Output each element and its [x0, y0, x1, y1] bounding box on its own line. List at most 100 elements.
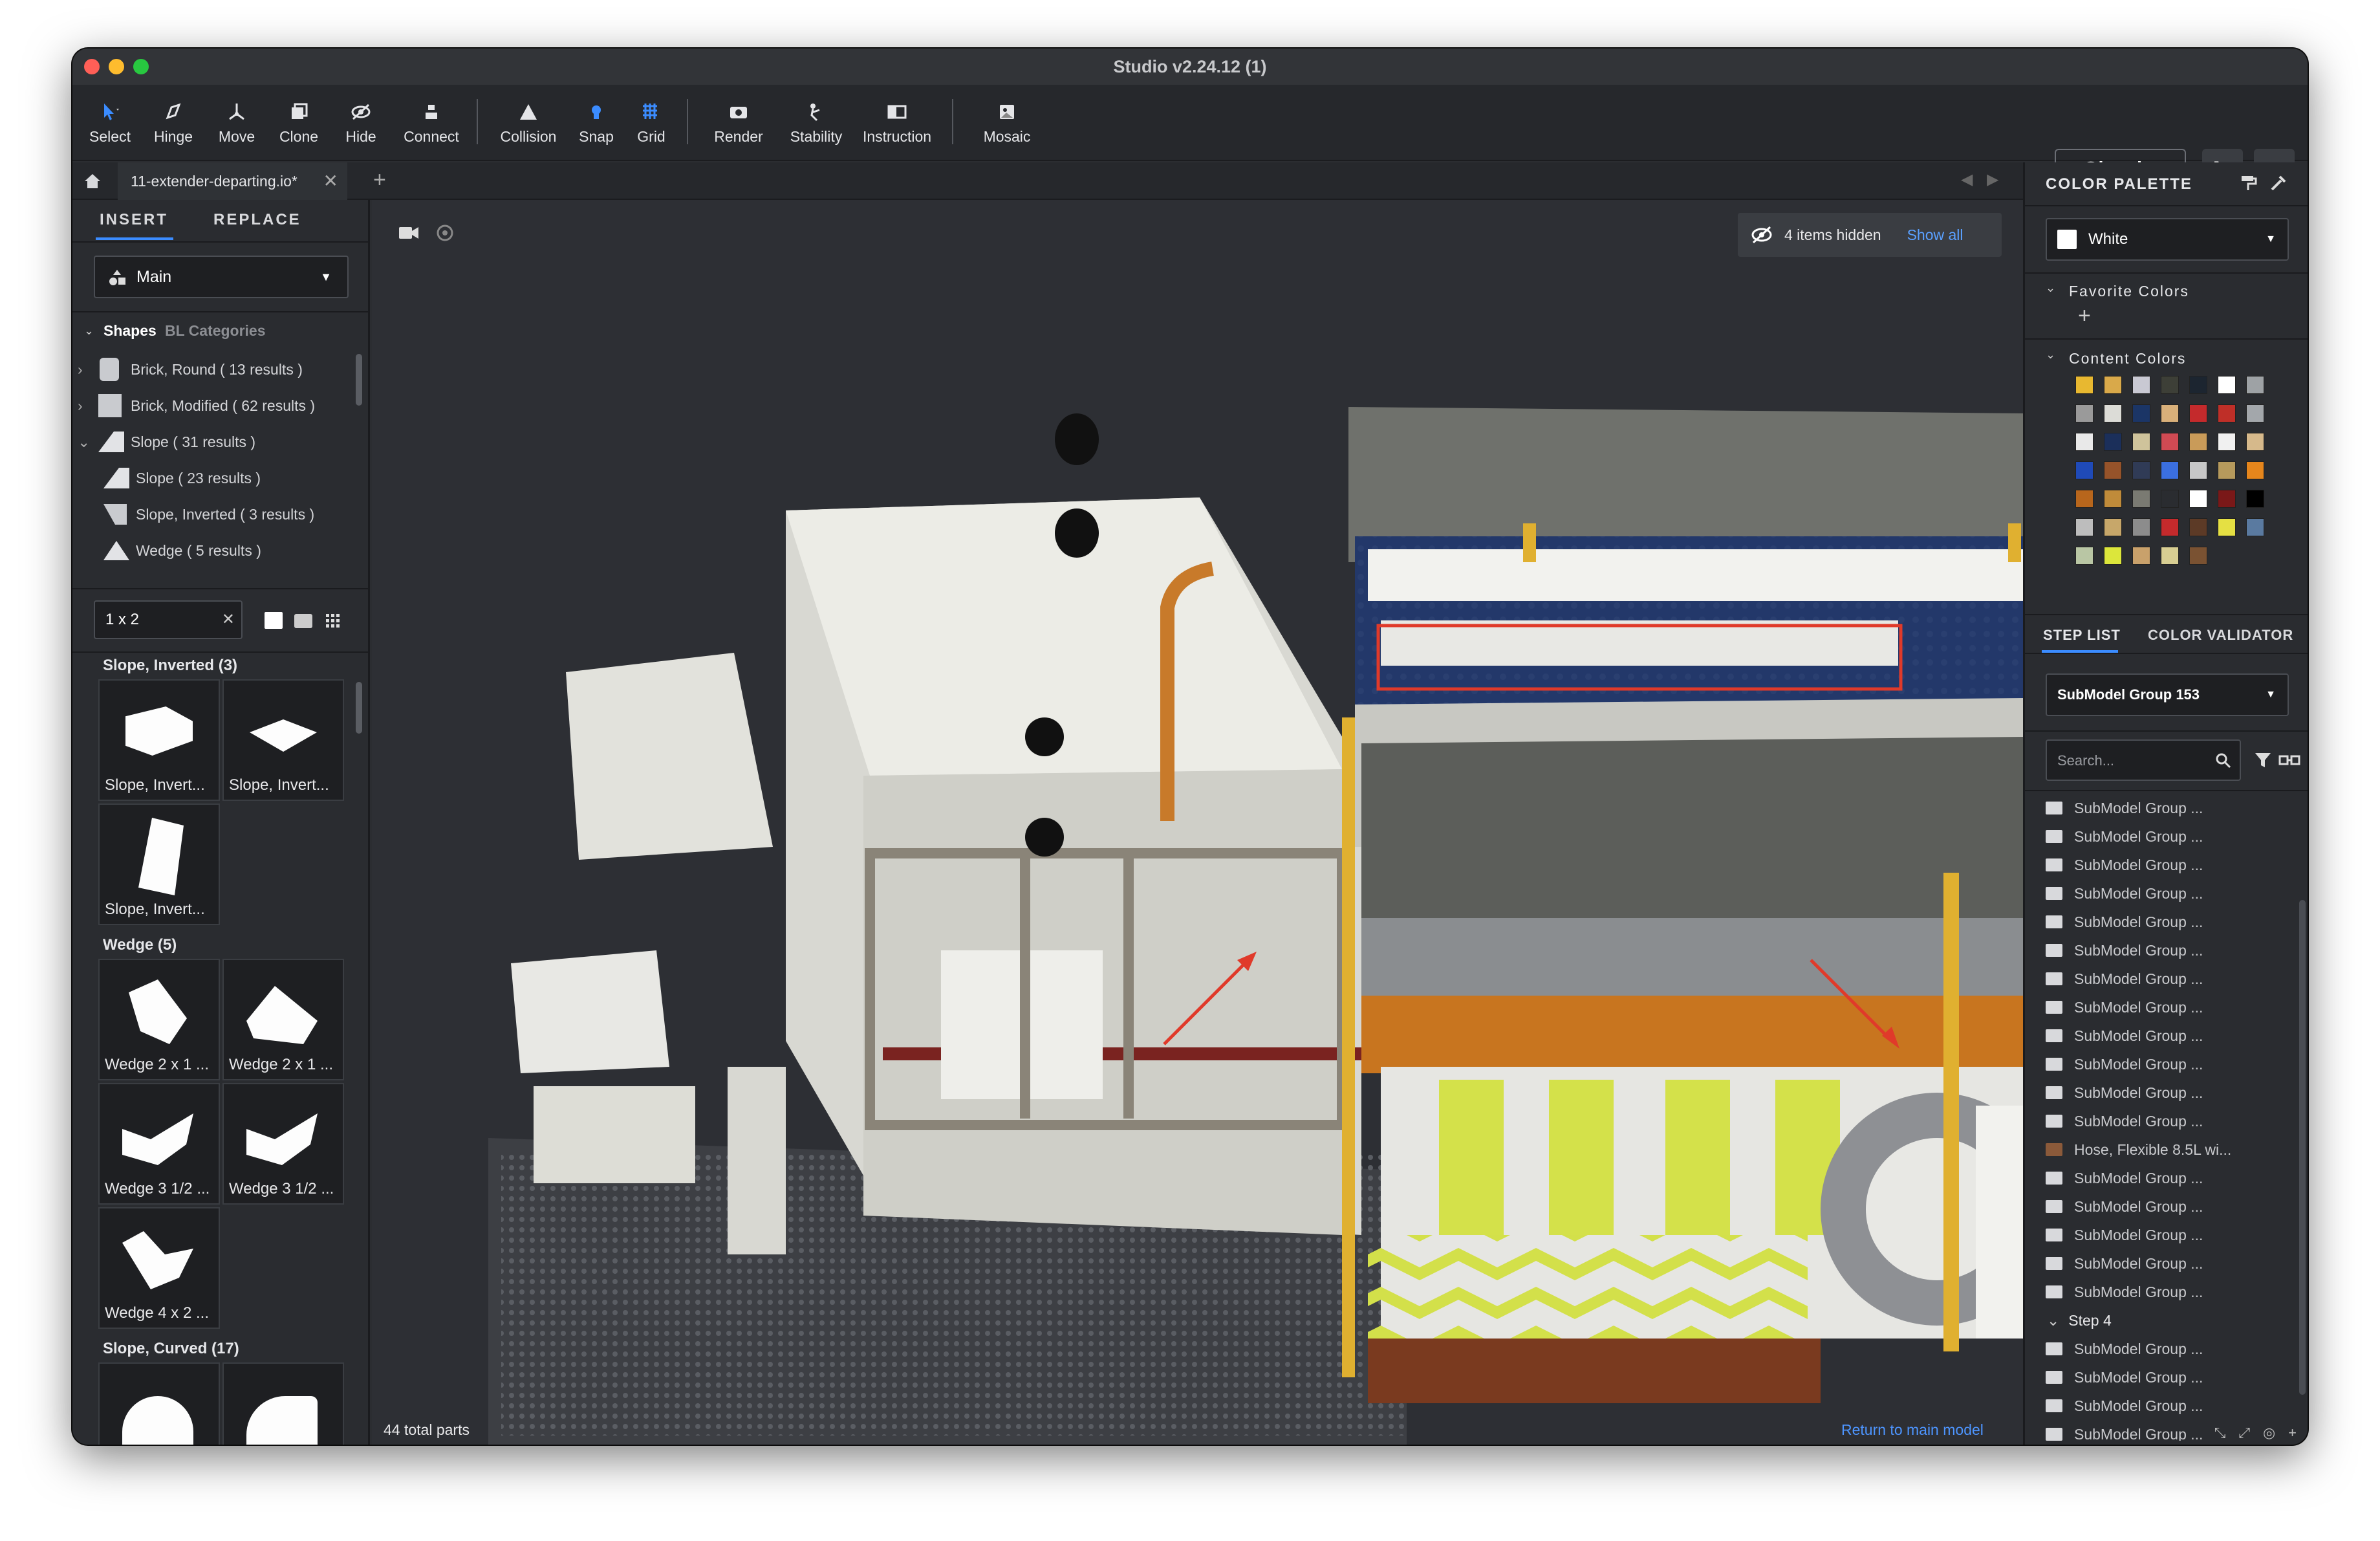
mosaic-tool[interactable]: Mosaic	[971, 85, 1043, 161]
step-list-item[interactable]: SubModel Group ...	[2025, 879, 2297, 908]
step-list-item[interactable]: SubModel Group ...	[2025, 965, 2297, 993]
add-favorite-color-icon[interactable]: +	[2078, 303, 2091, 329]
step-list-item[interactable]: SubModel Group ...	[2025, 822, 2297, 851]
step-header[interactable]: ⌄ Step 4	[2025, 1306, 2297, 1335]
tab-replace[interactable]: REPLACE	[213, 200, 301, 240]
color-swatch[interactable]	[2246, 490, 2264, 508]
color-swatch[interactable]	[2075, 433, 2093, 451]
filter-icon[interactable]	[2254, 751, 2272, 769]
chevron-down-icon[interactable]: ⌄	[2047, 1312, 2059, 1329]
search-icon[interactable]	[2215, 752, 2232, 769]
color-swatch[interactable]	[2218, 404, 2236, 422]
color-swatch[interactable]	[2189, 547, 2207, 565]
color-swatch[interactable]	[2218, 461, 2236, 479]
hide-tool[interactable]: Hide	[338, 85, 384, 161]
color-swatch[interactable]	[2104, 433, 2122, 451]
color-swatch[interactable]	[2075, 404, 2093, 422]
step-list-item[interactable]: SubModel Group ...	[2025, 908, 2297, 936]
paint-roller-icon[interactable]	[2240, 174, 2258, 192]
color-swatch[interactable]	[2246, 461, 2264, 479]
step-list-item[interactable]: SubModel Group ...	[2025, 1022, 2297, 1050]
instruction-tool[interactable]: Instruction	[852, 85, 942, 161]
eyedropper-icon[interactable]	[2269, 174, 2288, 192]
home-icon[interactable]	[83, 171, 102, 191]
color-swatch[interactable]	[2189, 404, 2207, 422]
minimize-window-button[interactable]	[109, 59, 124, 74]
tree-row[interactable]: Slope ( 23 results )	[72, 460, 261, 496]
tree-row[interactable]: Wedge ( 5 results )	[72, 532, 261, 569]
part-tile[interactable]	[222, 1362, 344, 1445]
select-tool[interactable]: Select	[87, 85, 133, 161]
step-list-item[interactable]: SubModel Group ...	[2025, 1392, 2297, 1420]
document-tab[interactable]: 11-extender-departing.io* ✕	[118, 162, 347, 200]
color-swatch[interactable]	[2075, 376, 2093, 394]
color-swatch[interactable]	[2218, 433, 2236, 451]
tree-row[interactable]: ⌄ Slope ( 31 results )	[72, 424, 255, 460]
3d-viewport[interactable]: 4 items hidden Show all 44 total parts R…	[372, 200, 2023, 1445]
connect-tool[interactable]: Connect	[396, 85, 467, 161]
medium-view-icon[interactable]	[294, 614, 312, 628]
color-swatch[interactable]	[2132, 376, 2150, 394]
clone-tool[interactable]: Clone	[276, 85, 322, 161]
expand-all-icon[interactable]: ⤢	[2238, 1425, 2250, 1441]
snap-tool[interactable]: Snap	[570, 85, 622, 161]
stability-tool[interactable]: Stability	[777, 85, 855, 161]
tree-row[interactable]: › Brick, Round ( 13 results )	[72, 351, 303, 388]
color-swatch[interactable]	[2161, 404, 2179, 422]
camera-view-icon[interactable]	[398, 224, 420, 241]
step-search-input[interactable]: Search...	[2046, 739, 2241, 781]
part-tile[interactable]: Slope, Invert...	[222, 679, 344, 801]
step-list-item[interactable]: SubModel Group ...	[2025, 1278, 2297, 1306]
color-swatch[interactable]	[2161, 518, 2179, 536]
tab-scroll-left-icon[interactable]: ◀	[1961, 170, 1973, 189]
step-list-scrollbar[interactable]	[2299, 900, 2306, 1395]
color-swatch[interactable]	[2218, 376, 2236, 394]
color-swatch[interactable]	[2189, 376, 2207, 394]
part-tile[interactable]: Slope, Invert...	[98, 679, 220, 801]
color-swatch[interactable]	[2104, 547, 2122, 565]
color-swatch[interactable]	[2246, 404, 2264, 422]
step-list-item[interactable]: SubModel Group ...	[2025, 1221, 2297, 1249]
step-list-item[interactable]: SubModel Group ...	[2025, 1249, 2297, 1278]
chevron-down-icon[interactable]: ⌄	[2046, 281, 2055, 295]
part-tile[interactable]: Slope, Invert...	[98, 803, 220, 925]
view-toggle-icon[interactable]	[2278, 751, 2302, 769]
part-tile[interactable]: Wedge 4 x 2 ...	[98, 1207, 220, 1329]
color-swatch[interactable]	[2161, 433, 2179, 451]
clear-search-icon[interactable]: ✕	[222, 602, 235, 638]
color-swatch[interactable]	[2161, 376, 2179, 394]
color-swatch[interactable]	[2132, 433, 2150, 451]
color-swatch[interactable]	[2189, 518, 2207, 536]
chevron-down-icon[interactable]: ⌄	[2046, 348, 2055, 362]
palette-select[interactable]: Main ▼	[94, 256, 349, 298]
color-swatch[interactable]	[2246, 376, 2264, 394]
hinge-tool[interactable]: Hinge	[150, 85, 197, 161]
color-swatch[interactable]	[2189, 490, 2207, 508]
tree-row[interactable]: Slope, Inverted ( 3 results )	[72, 496, 314, 532]
color-swatch[interactable]	[2161, 547, 2179, 565]
tree-row[interactable]: › Brick, Modified ( 62 results )	[72, 388, 315, 424]
part-tile[interactable]: Wedge 3 1/2 ...	[222, 1083, 344, 1205]
shapes-label[interactable]: Shapes	[103, 313, 157, 348]
color-swatch[interactable]	[2075, 461, 2093, 479]
color-swatch[interactable]	[2161, 461, 2179, 479]
tab-insert[interactable]: INSERT	[100, 200, 168, 240]
part-tile[interactable]: Wedge 2 x 1 ...	[222, 959, 344, 1080]
step-list-item[interactable]: SubModel Group ...	[2025, 1363, 2297, 1392]
step-list-item[interactable]: SubModel Group ...	[2025, 1107, 2297, 1135]
color-swatch[interactable]	[2104, 490, 2122, 508]
tab-scroll-right-icon[interactable]: ▶	[1987, 170, 1998, 189]
add-tab-icon[interactable]: +	[373, 168, 386, 193]
color-swatch[interactable]	[2132, 547, 2150, 565]
color-swatch[interactable]	[2189, 433, 2207, 451]
grid-tool[interactable]: Grid	[625, 85, 677, 161]
parts-scrollbar[interactable]	[356, 682, 362, 734]
submodel-select[interactable]: SubModel Group 153 ▼	[2046, 673, 2289, 716]
close-tab-icon[interactable]: ✕	[323, 162, 338, 200]
step-list-item[interactable]: SubModel Group ...	[2025, 1335, 2297, 1363]
color-swatch[interactable]	[2218, 490, 2236, 508]
color-swatch[interactable]	[2161, 490, 2179, 508]
part-tile[interactable]	[98, 1362, 220, 1445]
step-list-item[interactable]: SubModel Group ...	[2025, 993, 2297, 1022]
color-swatch[interactable]	[2132, 490, 2150, 508]
